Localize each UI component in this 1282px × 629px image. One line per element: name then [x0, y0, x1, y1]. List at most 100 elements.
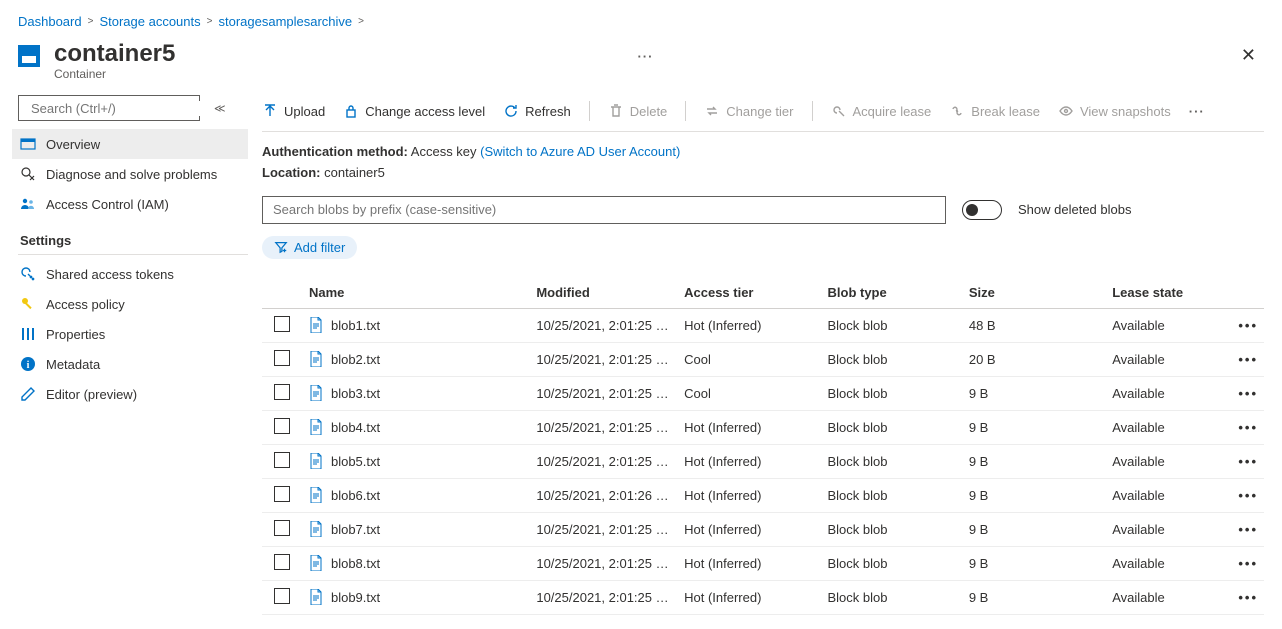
add-filter-button[interactable]: Add filter	[262, 236, 357, 259]
blob-lease-state: Available	[1106, 410, 1229, 444]
table-row[interactable]: blob8.txt10/25/2021, 2:01:25 …Hot (Infer…	[262, 546, 1264, 580]
col-header-access-tier[interactable]: Access tier	[678, 277, 821, 309]
file-icon	[309, 386, 331, 401]
show-deleted-toggle[interactable]	[962, 200, 1002, 220]
blob-modified: 10/25/2021, 2:01:25 …	[530, 580, 678, 614]
table-row[interactable]: blob2.txt10/25/2021, 2:01:25 …CoolBlock …	[262, 342, 1264, 376]
delete-icon	[608, 103, 624, 119]
cmd-label: Delete	[630, 104, 668, 119]
blob-access-tier: Hot (Inferred)	[678, 444, 821, 478]
file-icon	[309, 488, 331, 503]
row-checkbox[interactable]	[274, 350, 290, 366]
table-row[interactable]: blob6.txt10/25/2021, 2:01:26 …Hot (Infer…	[262, 478, 1264, 512]
page-title: container5	[54, 41, 625, 67]
key-icon	[20, 296, 36, 312]
command-separator	[812, 101, 813, 121]
switch-auth-link[interactable]: (Switch to Azure AD User Account)	[480, 144, 680, 159]
upload-button[interactable]: Upload	[262, 103, 325, 119]
row-checkbox[interactable]	[274, 316, 290, 332]
cmd-label: Change tier	[726, 104, 793, 119]
row-more-button[interactable]: •••	[1229, 376, 1264, 410]
blob-lease-state: Available	[1106, 546, 1229, 580]
breadcrumb-item-storage-accounts[interactable]: Storage accounts	[99, 14, 200, 29]
blob-size: 9 B	[963, 444, 1106, 478]
table-row[interactable]: blob4.txt10/25/2021, 2:01:25 …Hot (Infer…	[262, 410, 1264, 444]
container-icon	[18, 45, 40, 67]
blob-modified: 10/25/2021, 2:01:25 …	[530, 376, 678, 410]
blob-lease-state: Available	[1106, 342, 1229, 376]
sidebar-item-properties[interactable]: Properties	[12, 319, 248, 349]
blob-search-input[interactable]	[262, 196, 946, 224]
sidebar-item-overview[interactable]: Overview	[12, 129, 248, 159]
title-more-button[interactable]: ···	[629, 41, 661, 73]
blob-lease-state: Available	[1106, 308, 1229, 342]
row-checkbox[interactable]	[274, 588, 290, 604]
refresh-icon	[503, 103, 519, 119]
command-separator	[685, 101, 686, 121]
row-more-button[interactable]: •••	[1229, 342, 1264, 376]
acquire-lease-icon	[831, 103, 847, 119]
table-row[interactable]: blob5.txt10/25/2021, 2:01:25 …Hot (Infer…	[262, 444, 1264, 478]
change-access-level-button[interactable]: Change access level	[343, 103, 485, 119]
table-row[interactable]: blob3.txt10/25/2021, 2:01:25 …CoolBlock …	[262, 376, 1264, 410]
file-icon	[309, 454, 331, 469]
row-checkbox[interactable]	[274, 554, 290, 570]
row-more-button[interactable]: •••	[1229, 546, 1264, 580]
breadcrumb-item-storagesamplesarchive[interactable]: storagesamplesarchive	[218, 14, 352, 29]
row-more-button[interactable]: •••	[1229, 512, 1264, 546]
table-row[interactable]: blob7.txt10/25/2021, 2:01:25 …Hot (Infer…	[262, 512, 1264, 546]
row-more-button[interactable]: •••	[1229, 308, 1264, 342]
row-checkbox[interactable]	[274, 384, 290, 400]
sidebar-item-diagnose[interactable]: Diagnose and solve problems	[12, 159, 248, 189]
sidebar-item-access-policy[interactable]: Access policy	[12, 289, 248, 319]
col-header-name[interactable]: Name	[303, 277, 530, 309]
row-more-button[interactable]: •••	[1229, 580, 1264, 614]
row-checkbox[interactable]	[274, 418, 290, 434]
col-header-modified[interactable]: Modified	[530, 277, 678, 309]
refresh-button[interactable]: Refresh	[503, 103, 571, 119]
sidebar-item-editor[interactable]: Editor (preview)	[12, 379, 248, 409]
table-row[interactable]: blob1.txt10/25/2021, 2:01:25 …Hot (Infer…	[262, 308, 1264, 342]
cmd-label: Acquire lease	[853, 104, 932, 119]
blob-lease-state: Available	[1106, 444, 1229, 478]
iam-icon	[20, 196, 36, 212]
change-tier-icon	[704, 103, 720, 119]
blob-access-tier: Hot (Inferred)	[678, 308, 821, 342]
blob-type: Block blob	[822, 342, 963, 376]
col-header-size[interactable]: Size	[963, 277, 1106, 309]
file-icon	[309, 522, 331, 537]
row-more-button[interactable]: •••	[1229, 410, 1264, 444]
chevron-right-icon: >	[207, 16, 213, 27]
collapse-sidebar-button[interactable]: ≪	[210, 98, 230, 119]
row-more-button[interactable]: •••	[1229, 478, 1264, 512]
breadcrumb-item-dashboard[interactable]: Dashboard	[18, 14, 82, 29]
command-more-button[interactable]: ···	[1189, 104, 1205, 119]
sidebar-item-access-control[interactable]: Access Control (IAM)	[12, 189, 248, 219]
file-icon	[309, 590, 331, 605]
cmd-label: Refresh	[525, 104, 571, 119]
blob-name: blob7.txt	[331, 522, 380, 537]
edit-icon	[20, 386, 36, 402]
row-more-button[interactable]: •••	[1229, 444, 1264, 478]
blob-size: 20 B	[963, 342, 1106, 376]
row-checkbox[interactable]	[274, 452, 290, 468]
sidebar-item-metadata[interactable]: i Metadata	[12, 349, 248, 379]
sidebar-item-shared-access-tokens[interactable]: Shared access tokens	[12, 259, 248, 289]
page-subtitle: Container	[54, 67, 625, 81]
table-row[interactable]: blob9.txt10/25/2021, 2:01:25 …Hot (Infer…	[262, 580, 1264, 614]
close-button[interactable]: ✕	[1233, 41, 1264, 70]
sidebar-item-label: Metadata	[46, 357, 100, 372]
row-checkbox[interactable]	[274, 486, 290, 502]
delete-button: Delete	[608, 103, 668, 119]
col-header-blob-type[interactable]: Blob type	[822, 277, 963, 309]
command-separator	[589, 101, 590, 121]
sidebar-item-label: Shared access tokens	[46, 267, 174, 282]
change-tier-button: Change tier	[704, 103, 793, 119]
sidebar-search-input[interactable]	[31, 101, 207, 116]
blob-type: Block blob	[822, 478, 963, 512]
col-header-lease-state[interactable]: Lease state	[1106, 277, 1229, 309]
sidebar-search[interactable]	[18, 95, 200, 121]
show-deleted-label: Show deleted blobs	[1018, 202, 1131, 217]
row-checkbox[interactable]	[274, 520, 290, 536]
file-icon	[309, 420, 331, 435]
